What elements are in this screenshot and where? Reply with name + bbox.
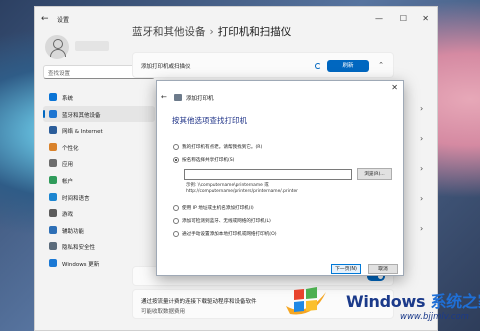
apps-icon [49, 159, 57, 168]
maximize-icon[interactable]: ☐ [400, 14, 407, 23]
breadcrumb-parent[interactable]: 蓝牙和其他设备 [132, 26, 206, 38]
sidebar-item-accounts[interactable]: 帐户 [43, 172, 155, 188]
back-arrow-icon[interactable]: ← [41, 14, 49, 24]
radio-label: 使用 IP 地址或主机名添加打印机(I) [182, 206, 254, 211]
printer-icon [174, 94, 182, 101]
add-printer-label: 添加打印机或扫描仪 [141, 64, 191, 70]
shield-icon [49, 242, 57, 251]
sidebar-item-gaming[interactable]: 游戏 [43, 205, 155, 221]
sidebar-item-label: 游戏 [62, 212, 74, 219]
chevron-right-icon[interactable]: › [420, 104, 423, 113]
update-icon [49, 258, 57, 267]
chevron-right-icon[interactable]: › [420, 134, 423, 143]
add-printer-row: 添加打印机或扫描仪 刷新 ⌃ [132, 52, 394, 78]
accessibility-icon [49, 225, 57, 234]
sidebar-nav: 系统 蓝牙和其他设备 网络 & Internet 个性化 应用 帐户 时间和语言 [43, 89, 155, 272]
metered-download-label: 通过按流量计费的连接下载驱动程序和设备软件 [141, 299, 257, 305]
chevron-up-icon[interactable]: ⌃ [378, 61, 384, 69]
sidebar-item-label: 时间和语言 [62, 195, 90, 202]
sidebar-item-label: 隐私和安全性 [62, 245, 96, 252]
account-icon [49, 175, 57, 184]
sidebar-item-label: 应用 [62, 162, 74, 169]
sidebar-item-system[interactable]: 系统 [43, 89, 155, 105]
sidebar-item-bluetooth[interactable]: 蓝牙和其他设备 [43, 105, 155, 122]
gamepad-icon [49, 209, 57, 218]
chevron-right-icon[interactable]: › [420, 164, 423, 173]
close-icon[interactable]: ✕ [422, 14, 429, 23]
dialog-heading: 按其他选项查找打印机 [172, 116, 247, 125]
next-button[interactable]: 下一页(N) [331, 264, 361, 274]
loading-spinner-icon [315, 63, 321, 69]
radio-button-selected[interactable] [173, 157, 179, 163]
printer-path-input[interactable] [184, 169, 352, 180]
sidebar-item-time-language[interactable]: 时间和语言 [43, 189, 155, 205]
watermark-brand: Windows 系统之家 [346, 288, 480, 312]
sidebar-item-label: Windows 更新 [62, 261, 100, 268]
dialog-close-icon[interactable]: ✕ [391, 83, 398, 92]
minimize-icon[interactable]: — [375, 14, 383, 23]
app-title: 设置 [57, 17, 70, 24]
sidebar-item-label: 辅助功能 [62, 228, 85, 235]
sidebar-item-accessibility[interactable]: 辅助功能 [43, 222, 155, 238]
radio-button[interactable] [173, 218, 179, 224]
example-line-2: http://computername/printers/printername… [186, 189, 298, 194]
watermark-url: www.bjjmlv.com [400, 312, 469, 322]
radio-button[interactable] [173, 231, 179, 237]
sidebar-item-privacy[interactable]: 隐私和安全性 [43, 238, 155, 254]
sidebar-item-label: 帐户 [62, 178, 74, 185]
add-printer-dialog: ✕ ← 添加打印机 按其他选项查找打印机 我的打印机有点老。请帮我找到它。(R)… [156, 80, 404, 276]
cancel-button[interactable]: 取消 [368, 264, 398, 274]
sidebar-item-network[interactable]: 网络 & Internet [43, 122, 155, 138]
dialog-back-arrow-icon[interactable]: ← [161, 93, 167, 101]
sidebar-item-label: 网络 & Internet [62, 129, 103, 136]
browse-button[interactable]: 浏览(R)... [357, 168, 392, 180]
metered-download-note: 可能收取数据费用 [141, 309, 186, 315]
watermark: Windows 系统之家 www.bjjmlv.com [284, 276, 480, 331]
network-icon [49, 126, 57, 135]
radio-label: 添加可检测到蓝牙、无线或网络的打印机(L) [182, 219, 271, 224]
radio-button[interactable] [173, 205, 179, 211]
radio-label: 我的打印机有点老。请帮我找到它。(R) [182, 145, 263, 150]
breadcrumb: 蓝牙和其他设备 › 打印机和扫描仪 [132, 24, 291, 39]
sidebar-item-label: 系统 [62, 96, 74, 102]
profile-name-redacted [75, 41, 109, 51]
sidebar-item-apps[interactable]: 应用 [43, 155, 155, 171]
radio-label: 通过手动设置添加本地打印机或网络打印机(O) [182, 232, 277, 237]
sidebar-item-label: 个性化 [62, 145, 79, 152]
refresh-button[interactable]: 刷新 [327, 60, 369, 72]
brush-icon [49, 142, 57, 151]
example-text: 示例: \\computername\printername 或 http://… [186, 183, 298, 195]
chevron-right-icon[interactable]: › [420, 194, 423, 203]
breadcrumb-separator: › [209, 26, 214, 38]
system-icon [49, 93, 57, 101]
clock-icon [49, 192, 57, 201]
sidebar-item-label: 蓝牙和其他设备 [62, 112, 101, 119]
watermark-brand-en: Windows [346, 292, 426, 311]
avatar [45, 35, 69, 59]
watermark-brand-cn: 系统之家 [430, 292, 480, 311]
bluetooth-icon [49, 109, 57, 118]
windows-logo-icon [286, 287, 326, 315]
radio-button[interactable] [173, 144, 179, 150]
radio-label: 按名称选择共享打印机(S) [182, 158, 235, 163]
chevron-right-icon[interactable]: › [420, 224, 423, 233]
dialog-title: 添加打印机 [186, 96, 214, 102]
sidebar-item-personalization[interactable]: 个性化 [43, 139, 155, 155]
search-placeholder: 查找设置 [48, 71, 71, 77]
page-title: 打印机和扫描仪 [217, 26, 292, 38]
